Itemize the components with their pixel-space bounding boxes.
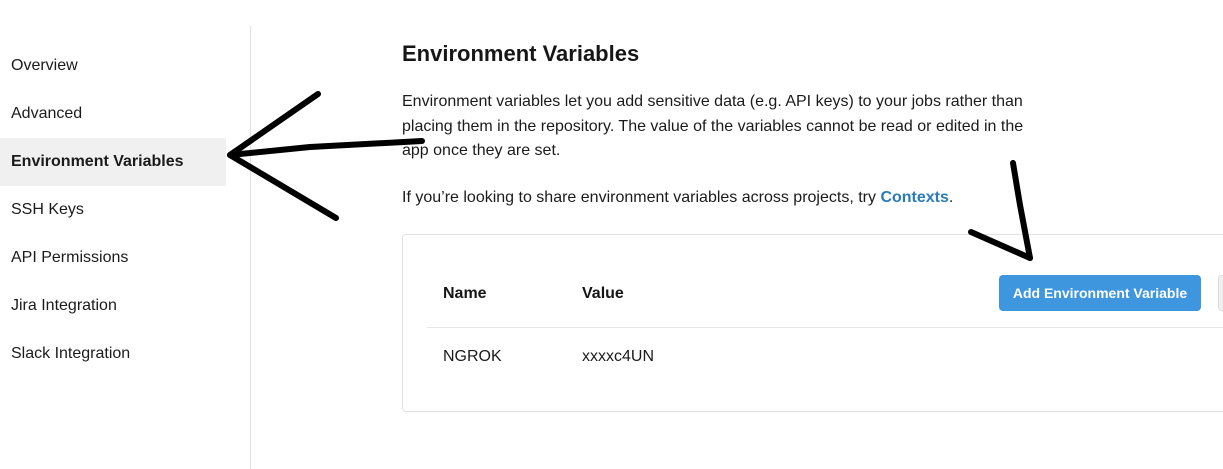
- contexts-hint-suffix: .: [948, 189, 954, 206]
- sidebar-item-advanced[interactable]: Advanced: [0, 90, 226, 138]
- sidebar-item-api-permissions[interactable]: API Permissions: [0, 234, 226, 282]
- row-divider: [427, 327, 1223, 328]
- sidebar-item-environment-variables[interactable]: Environment Variables: [0, 138, 226, 186]
- settings-sidebar: Overview Advanced Environment Variables …: [0, 0, 250, 469]
- sidebar-divider: [250, 26, 251, 469]
- env-vars-card: Name Value Add Environment Variable NGRO…: [402, 234, 1223, 412]
- sidebar-item-ssh-keys[interactable]: SSH Keys: [0, 186, 226, 234]
- column-header-value: Value: [582, 285, 624, 302]
- annotation-arrow-left-shaft: [227, 138, 425, 158]
- contexts-link[interactable]: Contexts: [880, 189, 948, 206]
- env-var-value: xxxxc4UN: [582, 348, 655, 365]
- sidebar-item-jira-integration[interactable]: Jira Integration: [0, 282, 226, 330]
- column-header-name: Name: [443, 285, 487, 302]
- sidebar-item-overview[interactable]: Overview: [0, 42, 226, 90]
- page-description: Environment variables let you add sensit…: [402, 93, 1024, 159]
- page-title: Environment Variables: [402, 41, 640, 66]
- env-var-name: NGROK: [443, 348, 502, 365]
- add-environment-variable-button[interactable]: Add Environment Variable: [999, 275, 1201, 311]
- contexts-hint: If you’re looking to share environment v…: [402, 187, 953, 209]
- contexts-hint-text: If you’re looking to share environment v…: [402, 189, 881, 206]
- sidebar-item-slack-integration[interactable]: Slack Integration: [0, 330, 226, 378]
- secondary-button[interactable]: [1218, 275, 1223, 311]
- main-content: Environment Variables Environment variab…: [402, 0, 1223, 469]
